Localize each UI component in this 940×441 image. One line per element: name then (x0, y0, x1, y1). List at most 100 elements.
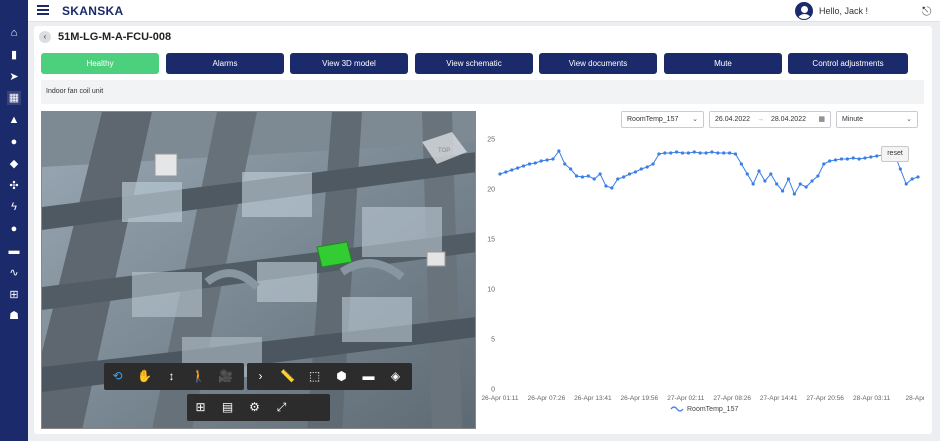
page-title: 51M-LG-M-A-FCU-008 (58, 31, 172, 43)
home-icon[interactable]: ⌂ (7, 26, 21, 40)
data-point (657, 152, 661, 156)
app-logo: SKANSKA (62, 4, 124, 18)
tab-view-documents[interactable]: View documents (539, 53, 657, 74)
data-point (763, 179, 767, 183)
data-point (904, 182, 908, 186)
data-point (557, 149, 561, 153)
data-point (686, 151, 690, 155)
data-point (798, 182, 802, 186)
avatar (795, 2, 813, 20)
layers-icon[interactable]: ◈ (382, 363, 409, 390)
viewer-toolbar-settings: ⊞ ▤ ⚙ ⤢ (187, 394, 330, 421)
orbit-icon[interactable]: ⟲ (104, 363, 131, 390)
send-icon[interactable]: ➤ (7, 70, 21, 84)
walk-icon[interactable]: 🚶 (185, 363, 212, 390)
pan-icon[interactable]: ✋ (131, 363, 158, 390)
leak-icon[interactable]: ϟ (7, 200, 21, 214)
hamburger-menu-icon[interactable] (37, 5, 49, 16)
data-point (692, 150, 696, 154)
folder-icon[interactable]: ▬ (355, 363, 382, 390)
explode-icon[interactable]: ⬢ (328, 363, 355, 390)
data-point (569, 167, 573, 171)
data-point (604, 184, 608, 188)
diamond-icon[interactable]: ◆ (7, 157, 21, 171)
y-tick-label: 15 (487, 237, 495, 244)
trash-icon[interactable]: ▬ (7, 244, 21, 258)
y-tick-label: 10 (487, 287, 495, 294)
tab-view-schematic[interactable]: View schematic (415, 53, 533, 74)
data-point (857, 157, 861, 161)
data-point (875, 154, 879, 158)
measure-icon[interactable]: 📏 (274, 363, 301, 390)
fan-icon[interactable]: ✣ (7, 179, 21, 193)
bulb-icon[interactable]: ● (7, 135, 21, 149)
x-tick-label: 28-Apr 03:11 (853, 395, 890, 402)
data-point (822, 162, 826, 166)
data-point (816, 174, 820, 178)
view-cube-label: TOP (438, 148, 450, 154)
legend-swatch (670, 406, 684, 412)
data-point (675, 150, 679, 154)
data-point (539, 159, 543, 163)
tab-view-3d-model[interactable]: View 3D model (290, 53, 408, 74)
data-point (710, 150, 714, 154)
tab-healthy[interactable]: Healthy (41, 53, 159, 74)
data-point (863, 156, 867, 160)
equipment-description: Indoor fan coil unit (46, 88, 104, 95)
data-point (733, 152, 738, 156)
chevron-right-icon[interactable]: › (247, 363, 274, 390)
users-icon[interactable]: ☗ (7, 309, 21, 323)
data-point (639, 167, 643, 171)
data-point (533, 161, 537, 165)
data-point (845, 157, 849, 161)
tab-mute[interactable]: Mute (664, 53, 782, 74)
data-point (580, 175, 585, 179)
data-point (510, 168, 514, 172)
properties-icon[interactable]: ▤ (214, 394, 241, 421)
alert-icon[interactable]: ▲ (7, 113, 21, 127)
fullscreen-icon[interactable]: ⤢ (268, 394, 295, 421)
model-tree-icon[interactable]: ⊞ (187, 394, 214, 421)
reset-zoom-button[interactable]: reset (881, 146, 909, 162)
data-point (910, 177, 914, 181)
viewer-toolbar-tools: › 📏 ⬚ ⬢ ▬ ◈ (247, 363, 412, 390)
tab-alarms[interactable]: Alarms (166, 53, 284, 74)
building-icon[interactable]: ▦ (7, 91, 21, 106)
y-tick-label: 20 (487, 187, 495, 194)
x-tick-label: 27-Apr 02:11 (667, 395, 704, 402)
data-point (633, 170, 638, 174)
subtitle-bar (41, 80, 924, 104)
data-point (563, 162, 567, 166)
data-point (516, 166, 520, 170)
pulse-icon[interactable]: ∿ (7, 266, 21, 280)
zoom-icon[interactable]: ↕ (158, 363, 185, 390)
data-point (839, 157, 844, 161)
data-point (810, 179, 814, 183)
series-line (499, 150, 919, 196)
section-icon[interactable]: ⬚ (301, 363, 328, 390)
x-tick-label: 26-Apr 13:41 (574, 395, 612, 402)
logout-icon[interactable]: ⎋ (922, 4, 932, 19)
data-point (545, 158, 549, 162)
data-point (527, 162, 532, 166)
data-point (780, 189, 785, 193)
viewer-toolbar-navigation: ⟲ ✋ ↕ 🚶 🎥 (104, 363, 244, 390)
water-drop-icon[interactable]: ● (7, 222, 21, 236)
settings-icon[interactable]: ⚙ (241, 394, 268, 421)
data-point (627, 172, 632, 176)
camera-icon[interactable]: 🎥 (212, 363, 239, 390)
data-point (828, 159, 832, 163)
data-point (669, 151, 673, 155)
back-button[interactable]: ‹ (39, 31, 51, 43)
data-point (916, 175, 920, 179)
table-icon[interactable]: ⊞ (7, 288, 21, 302)
tab-control-adjustments[interactable]: Control adjustments (788, 53, 908, 74)
y-tick-label: 0 (491, 387, 495, 394)
data-point (521, 164, 526, 168)
data-point (851, 156, 855, 160)
x-tick-label: 26-Apr 07:26 (528, 395, 566, 402)
user-menu[interactable]: Hello, Jack ! (795, 1, 868, 21)
chart-icon[interactable]: ▮ (7, 48, 21, 62)
data-point (804, 185, 808, 189)
data-point (616, 177, 620, 181)
